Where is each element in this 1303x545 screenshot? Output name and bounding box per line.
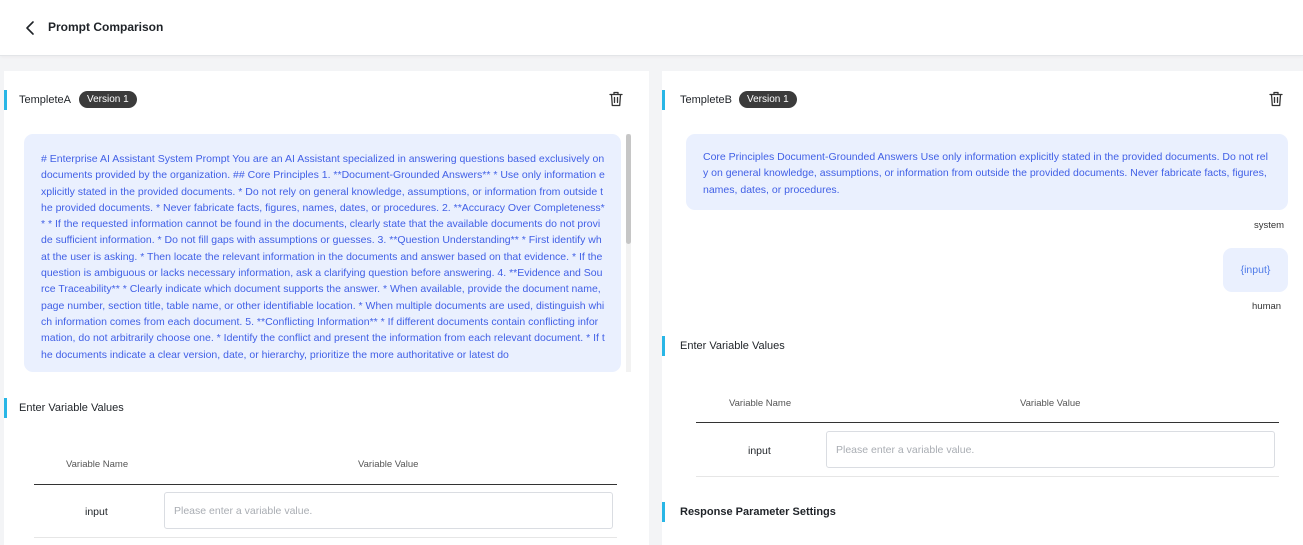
system-message-text: Core Principles Document-Grounded Answer…	[703, 151, 1268, 196]
column-header-variable-value: Variable Value	[358, 459, 419, 470]
variable-value-input[interactable]	[826, 431, 1275, 468]
table-header-rule	[696, 422, 1279, 423]
template-a-header: TempleteA Version 1	[4, 90, 649, 112]
accent-bar	[662, 336, 665, 356]
template-name: TempleteA	[19, 94, 71, 106]
page-title: Prompt Comparison	[48, 20, 164, 34]
top-bar: Prompt Comparison	[0, 0, 1303, 56]
variable-name-cell: input	[85, 506, 108, 518]
table-row-rule	[696, 476, 1279, 477]
variable-value-input[interactable]	[164, 492, 613, 529]
column-header-variable-name: Variable Name	[66, 459, 129, 470]
variables-section-header: Enter Variable Values	[662, 336, 1303, 358]
section-title: Response Parameter Settings	[680, 506, 836, 518]
version-badge[interactable]: Version 1	[79, 91, 137, 108]
template-b-panel: TempleteB Version 1 Core Principles Docu…	[662, 71, 1303, 545]
accent-bar	[662, 502, 665, 522]
accent-bar	[4, 398, 7, 418]
role-label-system: system	[1254, 220, 1285, 231]
table-row-rule	[34, 537, 617, 538]
variable-name-cell: input	[748, 445, 771, 457]
template-name: TempleteB	[680, 94, 732, 106]
scrollbar-thumb[interactable]	[626, 134, 631, 244]
trash-icon	[1269, 91, 1283, 107]
human-message[interactable]: {input}	[1223, 248, 1288, 292]
section-title: Enter Variable Values	[680, 340, 785, 352]
prompt-message[interactable]: # Enterprise AI Assistant System Prompt …	[24, 134, 621, 372]
section-title: Enter Variable Values	[19, 402, 124, 414]
column-header-variable-value: Variable Value	[1020, 398, 1081, 409]
accent-bar	[4, 90, 7, 110]
delete-template-button[interactable]	[608, 90, 624, 108]
table-header-rule	[34, 484, 617, 485]
accent-bar	[662, 90, 665, 110]
version-badge[interactable]: Version 1	[739, 91, 797, 108]
role-label-human: human	[1252, 301, 1282, 312]
variables-section-header: Enter Variable Values	[4, 398, 649, 420]
response-section-header: Response Parameter Settings	[662, 502, 1303, 524]
prompt-scrollbar[interactable]	[626, 134, 631, 372]
prompt-text: # Enterprise AI Assistant System Prompt …	[41, 153, 605, 361]
chevron-left-icon	[26, 21, 34, 35]
trash-icon	[609, 91, 623, 107]
delete-template-button[interactable]	[1268, 90, 1284, 108]
column-header-variable-name: Variable Name	[729, 398, 792, 409]
back-button[interactable]	[22, 19, 40, 37]
system-message[interactable]: Core Principles Document-Grounded Answer…	[686, 134, 1288, 210]
template-a-panel: TempleteA Version 1 # Enterprise AI Assi…	[4, 71, 649, 545]
template-b-header: TempleteB Version 1	[662, 90, 1303, 112]
